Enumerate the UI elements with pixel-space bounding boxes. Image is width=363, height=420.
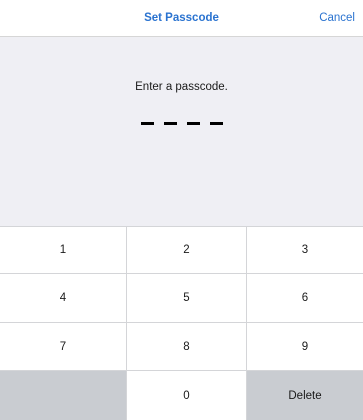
passcode-digit-placeholder xyxy=(186,122,200,125)
cancel-button[interactable]: Cancel xyxy=(319,0,355,37)
key-0[interactable]: 0 xyxy=(127,371,247,420)
key-7[interactable]: 7 xyxy=(0,323,127,371)
key-4[interactable]: 4 xyxy=(0,274,127,323)
key-6[interactable]: 6 xyxy=(247,274,363,323)
delete-button[interactable]: Delete xyxy=(247,371,363,420)
key-9[interactable]: 9 xyxy=(247,323,363,371)
key-5[interactable]: 5 xyxy=(127,274,247,323)
key-2[interactable]: 2 xyxy=(127,226,247,274)
passcode-entry-area: Enter a passcode. xyxy=(0,37,363,226)
key-8[interactable]: 8 xyxy=(127,323,247,371)
key-3[interactable]: 3 xyxy=(247,226,363,274)
passcode-prompt: Enter a passcode. xyxy=(135,81,228,93)
passcode-digit-placeholder xyxy=(140,122,154,125)
blank-key xyxy=(0,371,127,420)
key-1[interactable]: 1 xyxy=(0,226,127,274)
passcode-digit-placeholder xyxy=(163,122,177,125)
passcode-indicator xyxy=(0,122,363,125)
navigation-bar: Set Passcode Cancel xyxy=(0,0,363,37)
page-title: Set Passcode xyxy=(144,12,219,24)
numeric-keypad: 1 2 3 4 5 6 7 8 9 0 Delete xyxy=(0,226,363,420)
passcode-digit-placeholder xyxy=(209,122,223,125)
